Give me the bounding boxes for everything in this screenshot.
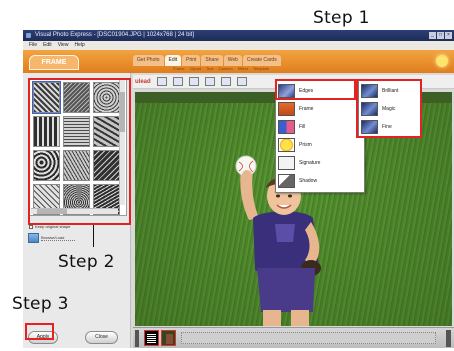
step1-highlight-edges [275, 79, 356, 100]
keep-shape-checkbox[interactable] [29, 224, 33, 229]
tab-get-photo[interactable]: Get Photo [133, 55, 164, 66]
window-title: Visual Photo Express - [DSC01904.JPG | 1… [35, 32, 195, 38]
tab-print[interactable]: Print [182, 55, 201, 66]
zoom-in-icon[interactable] [204, 77, 215, 86]
menu-edit[interactable]: Edit [43, 41, 52, 50]
step2-label: Step 2 [58, 252, 115, 272]
subtab-clipart[interactable]: Clipart [190, 66, 202, 71]
sub-tabs: Frame Clipart Text Cartoon Effect Templa… [173, 66, 269, 71]
close-window-button[interactable]: × [445, 32, 452, 39]
shadow-icon [278, 173, 295, 188]
fit-icon[interactable] [236, 77, 247, 86]
step3-label: Step 3 [12, 294, 69, 314]
step1-label: Step 1 [313, 8, 370, 28]
mode-bar: FRAME Get Photo Edit Print Share Web Cre… [23, 50, 454, 73]
main-tabs: Get Photo Edit Print Share Web Create Ca… [133, 55, 281, 66]
window-controls: _ □ × [429, 32, 452, 39]
menu-view[interactable]: View [58, 41, 69, 50]
undo-icon[interactable] [172, 77, 183, 86]
tab-edit[interactable]: Edit [164, 55, 182, 66]
save-icon[interactable] [156, 77, 167, 86]
menu-item-signature[interactable]: Signature [278, 154, 362, 171]
menu-item-shadow[interactable]: Shadow [278, 172, 362, 189]
subtab-text[interactable]: Text [206, 66, 213, 71]
menu-item-frame[interactable]: Frame [278, 100, 362, 117]
tab-web[interactable]: Web [223, 55, 242, 66]
menu-file[interactable]: File [29, 41, 37, 50]
filmstrip [133, 327, 454, 348]
menu-bar: File Edit View Help [23, 41, 454, 50]
app-icon [26, 33, 31, 38]
film-thumbnail-image [166, 334, 173, 344]
signature-icon [278, 155, 295, 170]
subtab-cartoon[interactable]: Cartoon [218, 66, 232, 71]
zoom-out-icon[interactable] [220, 77, 231, 86]
frame-icon [278, 101, 295, 116]
film-scroll-right[interactable] [446, 330, 451, 347]
browse-label[interactable]: Browse/Load [41, 235, 75, 241]
step2-connector-vertical [93, 225, 94, 247]
tab-share[interactable]: Share [201, 55, 223, 66]
prism-icon [278, 137, 295, 152]
maximize-button[interactable]: □ [437, 32, 444, 39]
close-button[interactable]: Close [85, 331, 118, 344]
film-thumbnail[interactable] [144, 330, 159, 346]
menu-item-label: Signature [299, 159, 321, 166]
tab-create-cards[interactable]: Create Cards [242, 55, 281, 66]
browse-load[interactable]: Browse/Load [28, 233, 75, 243]
folder-icon[interactable] [28, 233, 39, 243]
step1-highlight-submenu [356, 79, 422, 138]
menu-item-label: Frame [299, 105, 314, 112]
redo-icon[interactable] [188, 77, 199, 86]
step2-highlight-thumbnails [28, 78, 131, 225]
minimize-button[interactable]: _ [429, 32, 436, 39]
menu-item-prism[interactable]: Prism [278, 136, 362, 153]
film-thumbnail[interactable] [161, 330, 176, 346]
title-bar: Visual Photo Express - [DSC01904.JPG | 1… [23, 30, 454, 41]
menu-item-label: Fill [299, 123, 306, 130]
menu-item-fill[interactable]: Fill ▶ [278, 118, 362, 135]
menu-item-label: Prism [299, 141, 312, 148]
ulead-logo: ulead [135, 78, 151, 85]
film-scroll-left[interactable] [135, 330, 139, 347]
sparkle-icon [436, 55, 448, 67]
subtab-frame[interactable]: Frame [173, 66, 185, 71]
step3-highlight-apply [25, 323, 54, 340]
filmstrip-track[interactable] [181, 332, 436, 344]
menu-help[interactable]: Help [74, 41, 84, 50]
fill-icon [278, 119, 295, 134]
mode-tab-frame[interactable]: FRAME [29, 55, 79, 70]
subtab-effect[interactable]: Effect [238, 66, 248, 71]
film-thumbnail-image [147, 334, 156, 343]
menu-item-label: Shadow [299, 177, 318, 184]
subtab-template[interactable]: Template [253, 66, 269, 71]
